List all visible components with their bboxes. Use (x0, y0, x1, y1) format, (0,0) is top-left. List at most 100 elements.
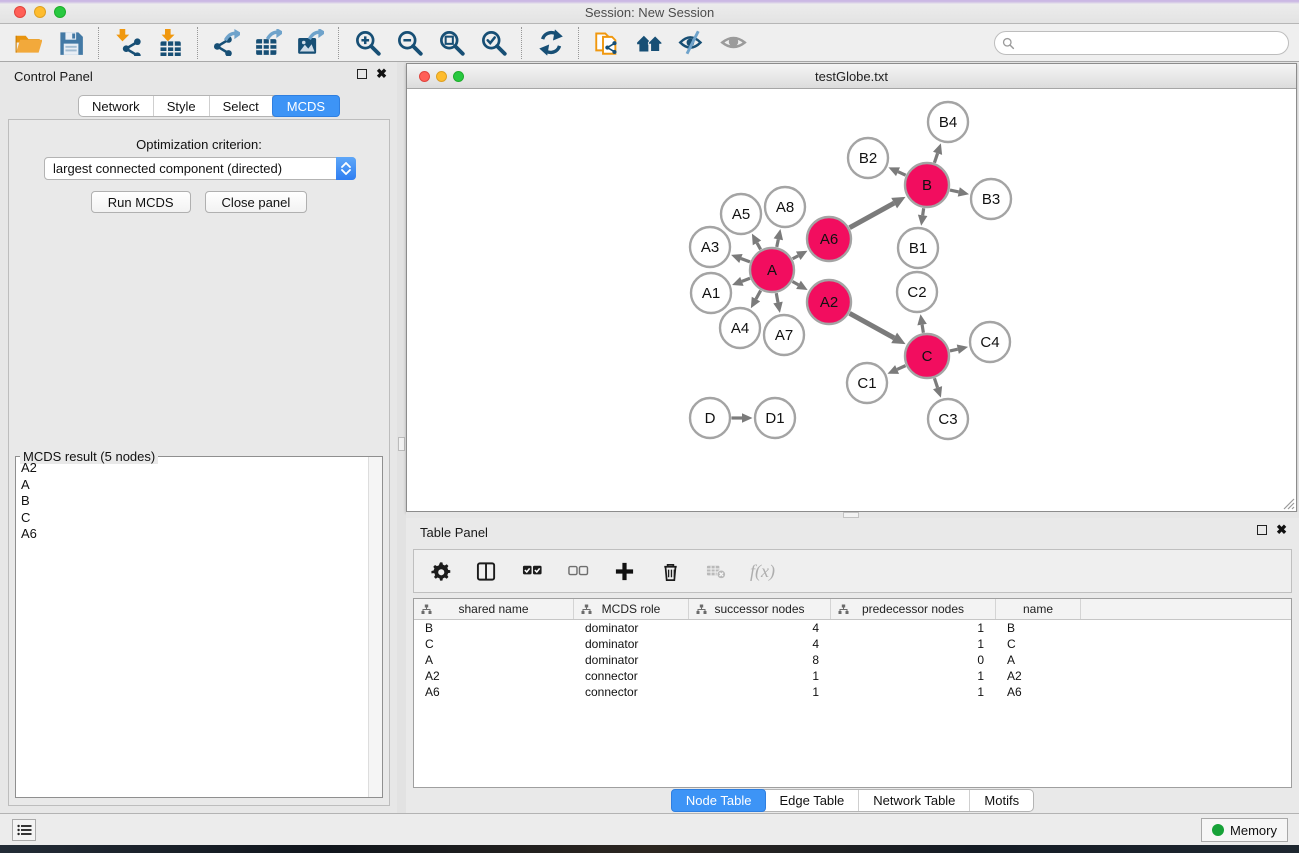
edge-C-C1[interactable] (888, 365, 906, 374)
columns-button[interactable] (474, 559, 498, 583)
refresh-button[interactable] (529, 27, 571, 59)
tab-motifs[interactable]: Motifs (970, 790, 1033, 811)
vertical-splitter-handle[interactable] (398, 437, 405, 451)
column-header-name[interactable]: name (996, 599, 1081, 619)
tab-edge-table[interactable]: Edge Table (765, 790, 859, 811)
open-folder-button[interactable] (7, 27, 49, 59)
edge-A-A5[interactable] (752, 234, 761, 250)
gear-button[interactable] (428, 559, 452, 583)
hide-selected-button[interactable] (670, 27, 712, 59)
column-header-predecessor-nodes[interactable]: predecessor nodes (831, 599, 996, 619)
import-table-button[interactable] (148, 27, 190, 59)
search-input[interactable] (1019, 33, 1288, 53)
graph-node-C4[interactable]: C4 (970, 322, 1010, 362)
edge-D-D1[interactable] (732, 413, 753, 423)
select-all-checkboxes-button[interactable] (520, 559, 544, 583)
criterion-select[interactable]: largest connected component (directed) (44, 157, 356, 180)
mcds-result-item[interactable]: A6 (17, 526, 367, 543)
zoom-fit-button[interactable] (430, 27, 472, 59)
edge-B-B1[interactable] (918, 208, 928, 225)
edge-B-B2[interactable] (888, 167, 905, 176)
edge-A-A7[interactable] (773, 293, 782, 313)
edge-A-A2[interactable] (792, 281, 807, 290)
resize-grip-icon[interactable] (1282, 497, 1295, 510)
graph-node-A8[interactable]: A8 (765, 187, 805, 227)
tab-mcds[interactable]: MCDS (272, 95, 340, 117)
graph-node-B2[interactable]: B2 (848, 138, 888, 178)
tab-network-table[interactable]: Network Table (859, 790, 970, 811)
edge-A2-C[interactable] (850, 313, 906, 344)
graph-node-B1[interactable]: B1 (898, 228, 938, 268)
save-button[interactable] (49, 27, 91, 59)
export-network-button[interactable] (205, 27, 247, 59)
memory-button[interactable]: Memory (1201, 818, 1288, 842)
mcds-result-item[interactable]: A (17, 477, 367, 494)
graph-node-B3[interactable]: B3 (971, 179, 1011, 219)
table-row[interactable]: Cdominator41C (414, 636, 1291, 652)
run-mcds-button[interactable]: Run MCDS (91, 191, 191, 213)
graph-node-A2[interactable]: A2 (807, 280, 851, 324)
mcds-result-item[interactable]: A2 (17, 460, 367, 477)
edge-A-A1[interactable] (732, 277, 750, 286)
edge-A-A6[interactable] (793, 251, 808, 260)
deselect-all-checkboxes-button[interactable] (566, 559, 590, 583)
graph-node-B4[interactable]: B4 (928, 102, 968, 142)
edge-C-C2[interactable] (917, 314, 926, 333)
import-network-button[interactable] (106, 27, 148, 59)
add-column-button[interactable] (612, 559, 636, 583)
graph-node-D1[interactable]: D1 (755, 398, 795, 438)
graph-node-C[interactable]: C (905, 334, 949, 378)
tab-select[interactable]: Select (210, 96, 273, 116)
delete-column-button[interactable] (658, 559, 682, 583)
graph-node-C2[interactable]: C2 (897, 272, 937, 312)
graph-node-A7[interactable]: A7 (764, 315, 804, 355)
column-header-MCDS-role[interactable]: MCDS role (574, 599, 689, 619)
close-panel-button[interactable]: Close panel (205, 191, 308, 213)
table-row[interactable]: A2connector11A2 (414, 668, 1291, 684)
table-row[interactable]: Adominator80A (414, 652, 1291, 668)
vertical-splitter[interactable] (397, 62, 406, 813)
tab-network[interactable]: Network (79, 96, 154, 116)
edge-C-C4[interactable] (950, 344, 968, 353)
table-row[interactable]: A6connector11A6 (414, 684, 1291, 700)
edge-A-A3[interactable] (731, 254, 750, 263)
network-window-titlebar[interactable]: testGlobe.txt (407, 64, 1296, 89)
close-panel-icon[interactable]: ✖ (376, 69, 387, 79)
task-history-button[interactable] (12, 819, 36, 841)
home-neighbors-button[interactable] (628, 27, 670, 59)
float-panel-icon[interactable] (357, 69, 367, 79)
graph-node-A5[interactable]: A5 (721, 194, 761, 234)
column-header-successor-nodes[interactable]: successor nodes (689, 599, 831, 619)
edge-A6-B[interactable] (850, 197, 906, 228)
zoom-in-button[interactable] (346, 27, 388, 59)
export-table-button[interactable] (247, 27, 289, 59)
float-table-panel-icon[interactable] (1257, 525, 1267, 535)
edge-A-A8[interactable] (774, 229, 783, 247)
graph-node-A1[interactable]: A1 (691, 273, 731, 313)
result-scrollbar[interactable] (368, 457, 382, 797)
graph-node-D[interactable]: D (690, 398, 730, 438)
network-canvas[interactable]: B4 B2 B B3 A5A8A6 A3 B1 A A1 C2 A2 A4A7 C4 C C1 C3 D D1 (407, 89, 1296, 511)
duplicate-network-button[interactable] (586, 27, 628, 59)
edge-B-B3[interactable] (950, 187, 969, 196)
column-header-shared-name[interactable]: shared name (414, 599, 574, 619)
graph-node-C1[interactable]: C1 (847, 363, 887, 403)
graph-node-A3[interactable]: A3 (690, 227, 730, 267)
close-table-panel-icon[interactable]: ✖ (1276, 525, 1287, 535)
tab-style[interactable]: Style (154, 96, 210, 116)
export-image-button[interactable] (289, 27, 331, 59)
graph-node-A[interactable]: A (750, 248, 794, 292)
zoom-out-button[interactable] (388, 27, 430, 59)
table-row[interactable]: Bdominator41B (414, 620, 1291, 636)
tab-node-table[interactable]: Node Table (671, 789, 767, 812)
graph-node-B[interactable]: B (905, 163, 949, 207)
edge-A-A4[interactable] (751, 291, 761, 309)
zoom-selected-button[interactable] (472, 27, 514, 59)
graph-node-C3[interactable]: C3 (928, 399, 968, 439)
edge-C-C3[interactable] (933, 378, 942, 397)
mcds-result-item[interactable]: B (17, 493, 367, 510)
graph-node-A6[interactable]: A6 (807, 217, 851, 261)
mcds-result-item[interactable]: C (17, 510, 367, 527)
edge-B-B4[interactable] (933, 143, 942, 162)
graph-node-A4[interactable]: A4 (720, 308, 760, 348)
